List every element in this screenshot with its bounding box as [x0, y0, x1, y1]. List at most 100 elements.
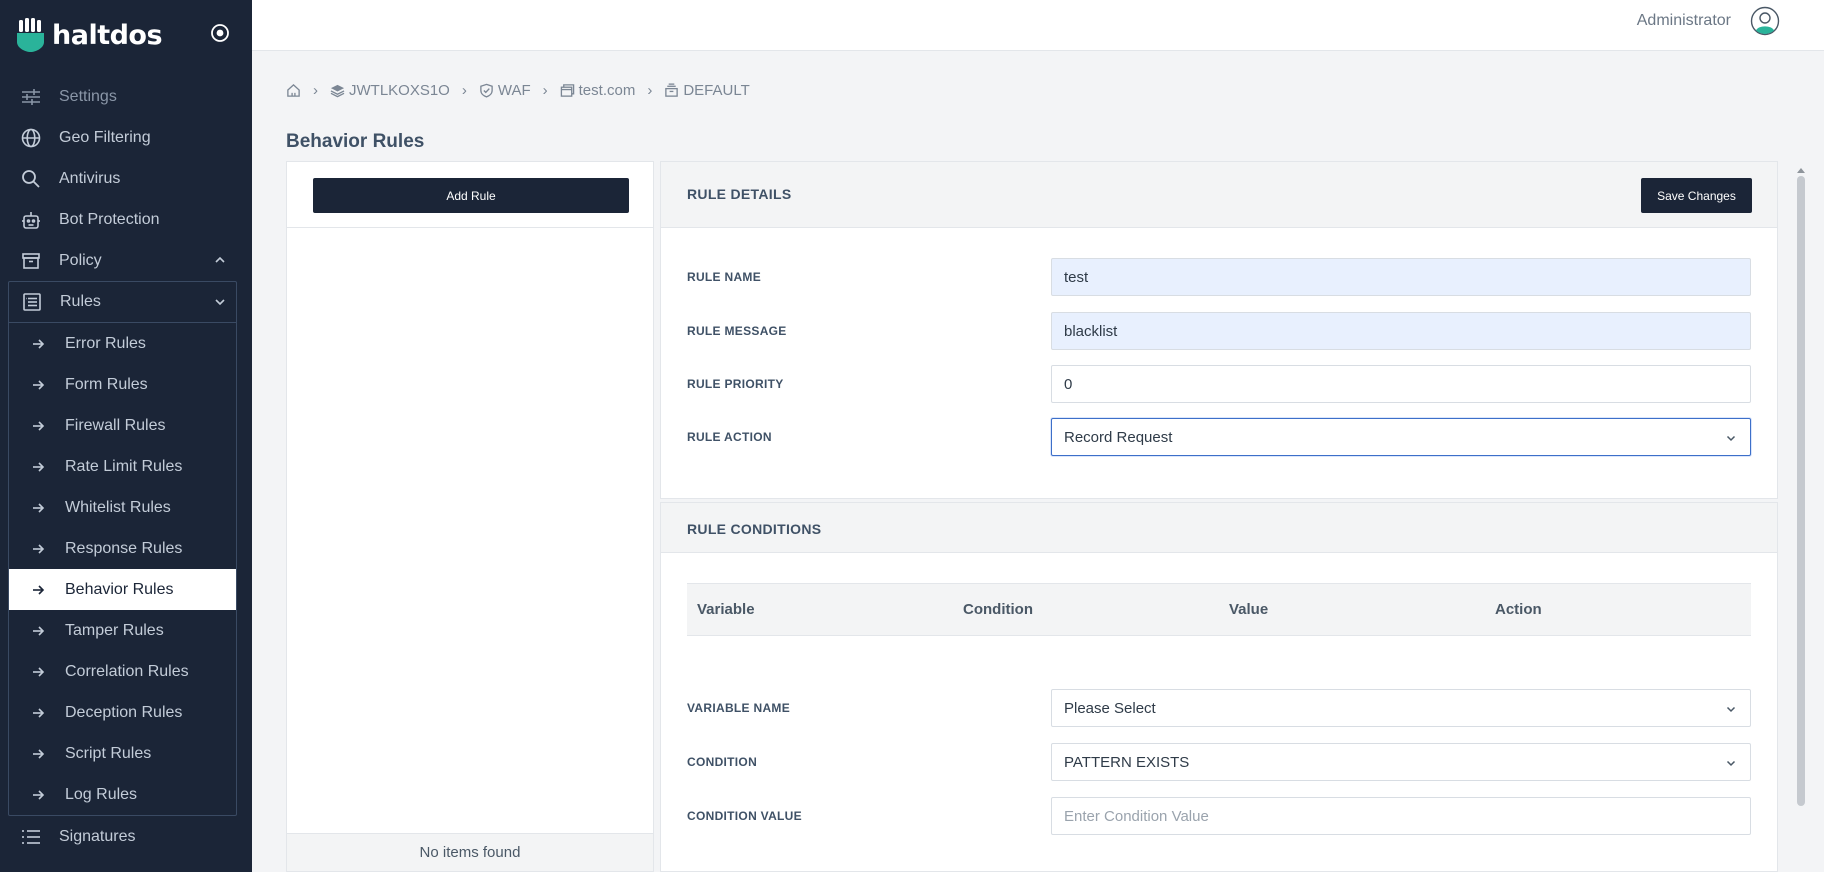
- sidebar-subitem-label: Correlation Rules: [65, 662, 189, 680]
- rule-priority-input[interactable]: 0: [1051, 365, 1751, 403]
- brand-name: haltdos: [52, 19, 163, 51]
- page-scrollbar[interactable]: [1794, 168, 1808, 872]
- scroll-up-arrow-icon[interactable]: [1797, 168, 1805, 173]
- variable-name-select[interactable]: Please Select: [1051, 689, 1751, 727]
- sidebar-subitem-firewall-rules[interactable]: Firewall Rules: [9, 405, 236, 446]
- chevron-down-icon: [1726, 760, 1736, 767]
- column-header-variable: Variable: [697, 601, 755, 618]
- arrow-right-icon: [33, 461, 45, 472]
- rule-action-select[interactable]: Record Request: [1051, 418, 1751, 456]
- conditions-table-header: Variable Condition Value Action: [687, 583, 1751, 636]
- condition-select[interactable]: PATTERN EXISTS: [1051, 743, 1751, 781]
- rules-group: Rules Error Rules Form Rules Firewall Ru…: [8, 281, 237, 816]
- sidebar-item-label: Rules: [60, 293, 101, 310]
- sidebar-subitem-label: Whitelist Rules: [65, 498, 171, 516]
- condition-value-label: CONDITION VALUE: [687, 809, 802, 823]
- chevron-down-icon: [1726, 435, 1736, 442]
- avatar[interactable]: [1750, 6, 1780, 36]
- breadcrumb-item-profile[interactable]: DEFAULT: [664, 82, 750, 99]
- variable-name-label: VARIABLE NAME: [687, 701, 791, 715]
- column-header-condition: Condition: [963, 601, 1033, 618]
- rule-priority-row: RULE PRIORITY 0: [687, 365, 1751, 403]
- globe-icon: [20, 127, 42, 149]
- arrow-right-icon: [33, 789, 45, 800]
- breadcrumb-item-domain[interactable]: test.com: [560, 82, 635, 99]
- window-icon: [560, 83, 574, 97]
- condition-value-input[interactable]: Enter Condition Value: [1051, 797, 1751, 835]
- arrow-right-icon: [33, 666, 45, 677]
- arrow-right-icon: [33, 338, 45, 349]
- sidebar-subitem-label: Response Rules: [65, 539, 183, 557]
- sidebar-subitem-response-rules[interactable]: Response Rules: [9, 528, 236, 569]
- rule-action-label: RULE ACTION: [687, 430, 772, 444]
- breadcrumb-separator: ›: [542, 81, 548, 99]
- variable-name-value: Please Select: [1064, 699, 1156, 717]
- sidebar-item-label: Settings: [59, 87, 117, 105]
- breadcrumb-separator: ›: [461, 81, 467, 99]
- sidebar-subitem-script-rules[interactable]: Script Rules: [9, 733, 236, 774]
- sidebar-subitem-log-rules[interactable]: Log Rules: [9, 774, 236, 815]
- sidebar-subitem-whitelist-rules[interactable]: Whitelist Rules: [9, 487, 236, 528]
- sidebar-item-geo-filtering[interactable]: Geo Filtering: [0, 117, 252, 158]
- rule-message-input[interactable]: blacklist: [1051, 312, 1751, 350]
- sidebar-toggle-icon[interactable]: [210, 23, 230, 43]
- rule-action-row: RULE ACTION Record Request: [687, 418, 1751, 456]
- sidebar-item-label: Policy: [59, 251, 102, 269]
- sidebar-subitem-label: Error Rules: [65, 334, 146, 352]
- breadcrumb-home[interactable]: [286, 83, 301, 98]
- rule-priority-label: RULE PRIORITY: [687, 377, 784, 391]
- layers-icon: [330, 84, 345, 97]
- sidebar-subitem-label: Rate Limit Rules: [65, 457, 183, 475]
- sidebar-item-bot-protection[interactable]: Bot Protection: [0, 199, 252, 240]
- scrollbar-thumb[interactable]: [1797, 176, 1805, 806]
- topbar: Administrator: [252, 0, 1824, 51]
- sidebar-item-policy[interactable]: Policy: [0, 240, 252, 281]
- page-title: Behavior Rules: [286, 131, 425, 152]
- breadcrumb-label: JWTLKOXS1O: [349, 81, 450, 99]
- sidebar-item-rules[interactable]: Rules: [9, 282, 236, 323]
- arrow-right-icon: [33, 707, 45, 718]
- brand[interactable]: haltdos: [16, 18, 163, 52]
- sidebar-item-label: Antivirus: [59, 169, 121, 187]
- breadcrumb-separator: ›: [647, 81, 653, 99]
- arrow-right-icon: [33, 502, 45, 513]
- stack-icon: [665, 82, 679, 97]
- sidebar-subitem-deception-rules[interactable]: Deception Rules: [9, 692, 236, 733]
- chevron-down-icon: [1726, 706, 1736, 713]
- sidebar-subitem-error-rules[interactable]: Error Rules: [9, 323, 236, 364]
- condition-row: CONDITION PATTERN EXISTS: [687, 743, 1751, 781]
- haltdos-logo-icon: [17, 18, 44, 52]
- rule-details-card: RULE DETAILS Save Changes RULE NAME test…: [660, 161, 1778, 499]
- sidebar-subitem-correlation-rules[interactable]: Correlation Rules: [9, 651, 236, 692]
- rules-list-header: Add Rule: [287, 162, 653, 228]
- sliders-icon: [20, 86, 42, 108]
- breadcrumb: › JWTLKOXS1O › WAF › test.com › DEFAULT: [286, 80, 750, 100]
- rules-list-panel: Add Rule No items found: [286, 161, 654, 872]
- shield-icon: [480, 83, 493, 98]
- sidebar-item-signatures[interactable]: Signatures: [0, 816, 252, 857]
- sidebar: haltdos Settings Geo Filtering Antivirus: [0, 0, 252, 872]
- save-changes-button[interactable]: Save Changes: [1641, 178, 1752, 213]
- breadcrumb-label: WAF: [497, 81, 531, 99]
- sidebar-subitem-rate-limit-rules[interactable]: Rate Limit Rules: [9, 446, 236, 487]
- sidebar-subitem-tamper-rules[interactable]: Tamper Rules: [9, 610, 236, 651]
- rule-conditions-card: RULE CONDITIONS Variable Condition Value…: [660, 502, 1778, 872]
- sidebar-item-label: Geo Filtering: [59, 128, 151, 146]
- sidebar-item-antivirus[interactable]: Antivirus: [0, 158, 252, 199]
- breadcrumb-item-organization[interactable]: JWTLKOXS1O: [330, 82, 450, 99]
- home-icon: [287, 83, 300, 97]
- sidebar-subitem-label: Log Rules: [65, 785, 138, 803]
- user-name[interactable]: Administrator: [1637, 12, 1731, 30]
- sidebar-item-settings[interactable]: Settings: [0, 76, 252, 117]
- rule-conditions-title: RULE CONDITIONS: [687, 521, 822, 537]
- rule-name-input[interactable]: test: [1051, 258, 1751, 296]
- rule-conditions-header: RULE CONDITIONS: [661, 503, 1777, 553]
- variable-name-row: VARIABLE NAME Please Select: [687, 689, 1751, 727]
- add-rule-button[interactable]: Add Rule: [313, 178, 629, 213]
- breadcrumb-item-waf[interactable]: WAF: [479, 82, 531, 99]
- sidebar-subitem-behavior-rules[interactable]: Behavior Rules: [9, 569, 236, 610]
- archive-icon: [20, 250, 42, 272]
- condition-value: PATTERN EXISTS: [1064, 753, 1190, 771]
- sidebar-subitem-form-rules[interactable]: Form Rules: [9, 364, 236, 405]
- condition-label: CONDITION: [687, 755, 758, 769]
